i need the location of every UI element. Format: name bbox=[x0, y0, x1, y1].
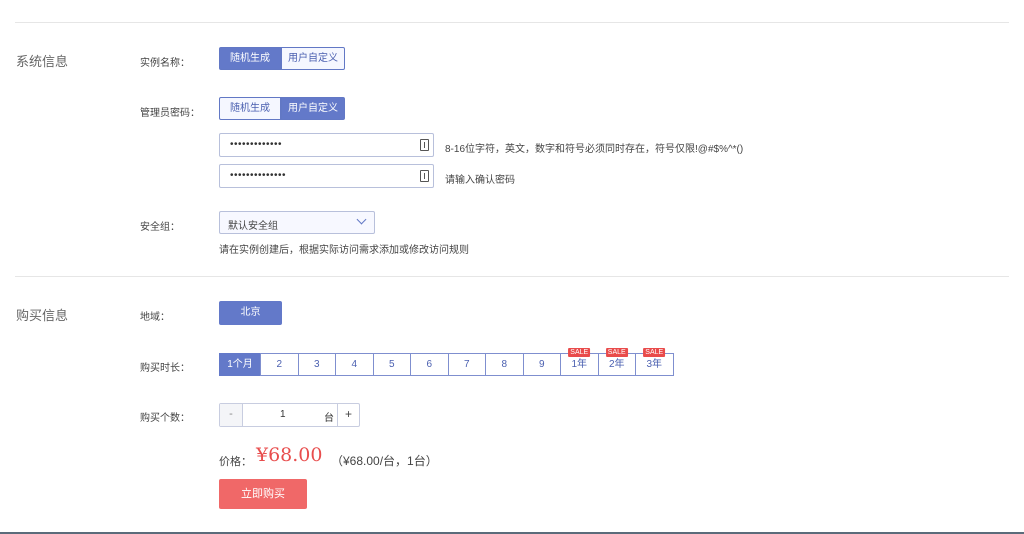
admin-password-label: 管理员密码： bbox=[140, 108, 200, 119]
duration-option[interactable]: 4 bbox=[335, 353, 374, 376]
price-label: 价格： bbox=[219, 456, 252, 468]
instance-name-label: 实例名称： bbox=[140, 58, 190, 69]
duration-option[interactable]: SALE 3年 bbox=[635, 348, 674, 376]
duration-option-label: 3年 bbox=[646, 359, 663, 370]
confirm-password-reveal-icon[interactable] bbox=[420, 170, 429, 182]
system-info-title: 系统信息 bbox=[16, 54, 69, 69]
duration-option[interactable]: 2 bbox=[260, 353, 299, 376]
price-amount: ¥68.00 bbox=[256, 444, 323, 466]
purchase-info-title: 购买信息 bbox=[16, 308, 69, 323]
chevron-down-icon bbox=[356, 214, 367, 225]
security-group-hint: 请在实例创建后，根据实际访问需求添加或修改访问规则 bbox=[219, 245, 469, 256]
sale-badge: SALE bbox=[568, 348, 591, 357]
duration-selector: 1个月 2 3 4 5 6 7 8 9 SALE 1年 SALE 2年 SALE 3年 bbox=[219, 348, 674, 376]
admin-password-toggle: 随机生成 用户自定义 bbox=[219, 97, 345, 120]
duration-option[interactable]: 5 bbox=[372, 353, 411, 376]
sale-badge: SALE bbox=[605, 348, 628, 357]
password-random-button[interactable]: 随机生成 bbox=[219, 97, 281, 120]
duration-option[interactable]: SALE 1年 bbox=[560, 348, 599, 376]
security-group-value: 默认安全组 bbox=[228, 221, 278, 232]
security-group-label: 安全组： bbox=[140, 222, 180, 233]
duration-option[interactable]: 9 bbox=[522, 353, 561, 376]
duration-option[interactable]: 6 bbox=[410, 353, 449, 376]
confirm-password-field[interactable]: •••••••••••••• bbox=[219, 164, 434, 188]
quantity-label: 购买个数： bbox=[140, 413, 190, 424]
security-group-select[interactable]: 默认安全组 bbox=[219, 211, 375, 234]
region-beijing-button[interactable]: 北京 bbox=[219, 301, 282, 325]
password-hint: 8-16位字符，英文，数字和符号必须同时存在，符号仅限!@#$%^*() bbox=[445, 144, 744, 155]
quantity-decrement-button[interactable]: - bbox=[220, 404, 243, 426]
duration-label: 购买时长： bbox=[140, 363, 190, 374]
instance-name-toggle: 随机生成 用户自定义 bbox=[219, 47, 345, 70]
password-reveal-icon[interactable] bbox=[420, 139, 429, 151]
duration-option[interactable]: SALE 2年 bbox=[597, 348, 636, 376]
instance-name-custom-button[interactable]: 用户自定义 bbox=[281, 47, 345, 70]
password-field[interactable]: ••••••••••••• bbox=[219, 133, 434, 157]
buy-now-button[interactable]: 立即购买 bbox=[219, 479, 307, 509]
top-divider bbox=[15, 22, 1009, 23]
instance-name-random-button[interactable]: 随机生成 bbox=[219, 47, 281, 70]
confirm-password-hint: 请输入确认密码 bbox=[445, 175, 515, 186]
section-divider bbox=[15, 276, 1009, 277]
duration-option[interactable]: 7 bbox=[447, 353, 486, 376]
password-value: ••••••••••••• bbox=[230, 139, 283, 150]
quantity-unit: 台 bbox=[324, 413, 334, 424]
password-custom-button[interactable]: 用户自定义 bbox=[281, 97, 345, 120]
duration-option-label: 2年 bbox=[608, 359, 625, 370]
confirm-password-value: •••••••••••••• bbox=[230, 170, 287, 181]
duration-option-label: 1年 bbox=[571, 359, 588, 370]
duration-option[interactable]: 1个月 bbox=[219, 353, 261, 376]
quantity-stepper: - 1 台 + bbox=[219, 403, 360, 427]
duration-option[interactable]: 8 bbox=[485, 353, 524, 376]
quantity-increment-button[interactable]: + bbox=[337, 404, 359, 426]
duration-option[interactable]: 3 bbox=[297, 353, 336, 376]
quantity-value[interactable]: 1 bbox=[280, 409, 286, 420]
price-detail: （¥68.00/台，1台） bbox=[331, 454, 438, 468]
region-label: 地域： bbox=[140, 312, 170, 323]
sale-badge: SALE bbox=[643, 348, 666, 357]
